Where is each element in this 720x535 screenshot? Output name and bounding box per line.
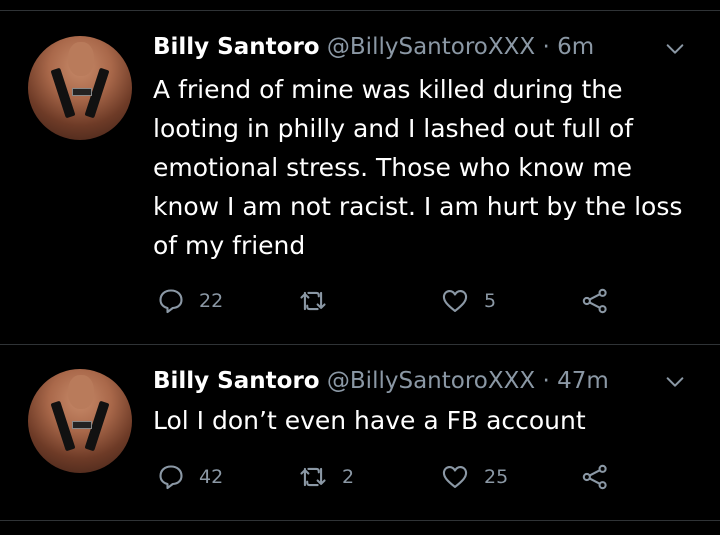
tweet-text: Lol I don’t even have a FB account xyxy=(153,406,586,435)
display-name[interactable]: Billy Santoro xyxy=(153,34,320,60)
reply-count: 22 xyxy=(199,290,224,312)
user-handle[interactable]: @BillySantoroXXX xyxy=(327,34,535,60)
avatar[interactable] xyxy=(28,36,132,140)
action-bar: 22 5 xyxy=(0,287,720,317)
retweet-button[interactable]: 2 xyxy=(298,463,354,491)
share-icon xyxy=(582,288,607,314)
top-divider xyxy=(0,10,720,11)
reply-button[interactable]: 42 xyxy=(157,463,223,491)
like-button[interactable]: 5 xyxy=(440,287,496,315)
tweet-text: A friend of mine was killed during the l… xyxy=(153,75,683,260)
like-button[interactable]: 25 xyxy=(440,463,508,491)
display-name[interactable]: Billy Santoro xyxy=(153,368,320,394)
share-button[interactable] xyxy=(580,287,610,315)
retweet-button[interactable] xyxy=(298,287,342,315)
timestamp[interactable]: 6m xyxy=(557,34,594,60)
bottom-divider xyxy=(0,520,720,521)
heart-icon xyxy=(442,466,468,488)
like-count: 5 xyxy=(484,290,497,312)
chevron-down-icon[interactable] xyxy=(664,371,686,393)
avatar[interactable] xyxy=(28,369,132,473)
reply-icon xyxy=(159,465,183,490)
retweet-icon xyxy=(300,467,326,487)
retweet-icon xyxy=(300,291,326,311)
reply-icon xyxy=(159,289,183,314)
tweet-header: Billy Santoro @BillySantoroXXX · 47m xyxy=(153,368,609,394)
share-icon xyxy=(582,464,607,490)
retweet-count: 2 xyxy=(342,466,355,488)
chevron-down-icon[interactable] xyxy=(664,38,686,60)
share-button[interactable] xyxy=(580,463,610,491)
tweet-divider xyxy=(0,344,720,345)
timestamp[interactable]: 47m xyxy=(557,368,609,394)
user-handle[interactable]: @BillySantoroXXX xyxy=(327,368,535,394)
separator-dot: · xyxy=(542,368,550,394)
reply-button[interactable]: 22 xyxy=(157,287,223,315)
action-bar: 42 2 25 xyxy=(0,463,720,493)
reply-count: 42 xyxy=(199,466,224,488)
separator-dot: · xyxy=(542,34,550,60)
like-count: 25 xyxy=(484,466,509,488)
heart-icon xyxy=(442,290,468,312)
tweet-header: Billy Santoro @BillySantoroXXX · 6m xyxy=(153,34,594,60)
